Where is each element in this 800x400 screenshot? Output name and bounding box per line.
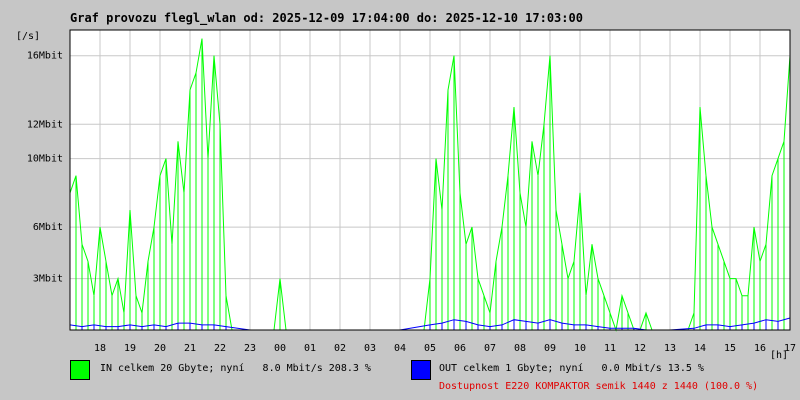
- y-tick-label: 12Mbit: [27, 119, 63, 130]
- x-tick-label: 07: [484, 343, 496, 354]
- availability-status: Dostupnost E220 KOMPAKTOR semik 1440 z 1…: [439, 381, 759, 392]
- x-tick-label: 10: [574, 343, 586, 354]
- x-tick-label: 08: [514, 343, 526, 354]
- x-tick-label: 12: [634, 343, 646, 354]
- x-tick-label: 15: [724, 343, 736, 354]
- x-tick-label: 16: [754, 343, 766, 354]
- y-tick-label: 10Mbit: [27, 154, 63, 165]
- traffic-chart: 3Mbit 6Mbit 10Mbit 12Mbit 16Mbit 18 19 20 21 22 23…: [27, 29, 796, 354]
- legend-out-swatch: [411, 360, 431, 380]
- x-tick-label: 05: [424, 343, 436, 354]
- y-tick-label: 6Mbit: [33, 222, 63, 233]
- legend-out-text: OUT celkem 1 Gbyte; nyní 0.0 Mbit/s 13.5…: [439, 363, 704, 374]
- x-tick-label: 14: [694, 343, 706, 354]
- x-tick-label: 06: [454, 343, 466, 354]
- x-tick-label: 17: [784, 343, 796, 354]
- x-tick-label: 23: [244, 343, 256, 354]
- x-tick-label: 22: [214, 343, 226, 354]
- x-tick-label: 02: [334, 343, 346, 354]
- x-tick-label: 18: [94, 343, 106, 354]
- x-tick-label: 11: [604, 343, 616, 354]
- x-tick-label: 04: [394, 343, 406, 354]
- x-tick-label: 09: [544, 343, 556, 354]
- x-tick-label: 21: [184, 343, 196, 354]
- x-tick-label: 19: [124, 343, 136, 354]
- x-tick-label: 03: [364, 343, 376, 354]
- x-tick-label: 20: [154, 343, 166, 354]
- x-tick-label: 00: [274, 343, 286, 354]
- y-tick-label: 16Mbit: [27, 51, 63, 62]
- x-tick-label: 13: [664, 343, 676, 354]
- y-tick-label: 3Mbit: [33, 274, 63, 285]
- x-tick-label: 01: [304, 343, 316, 354]
- legend-in-swatch: [70, 360, 90, 380]
- legend-in-text: IN celkem 20 Gbyte; nyní 8.0 Mbit/s 208.…: [100, 363, 371, 374]
